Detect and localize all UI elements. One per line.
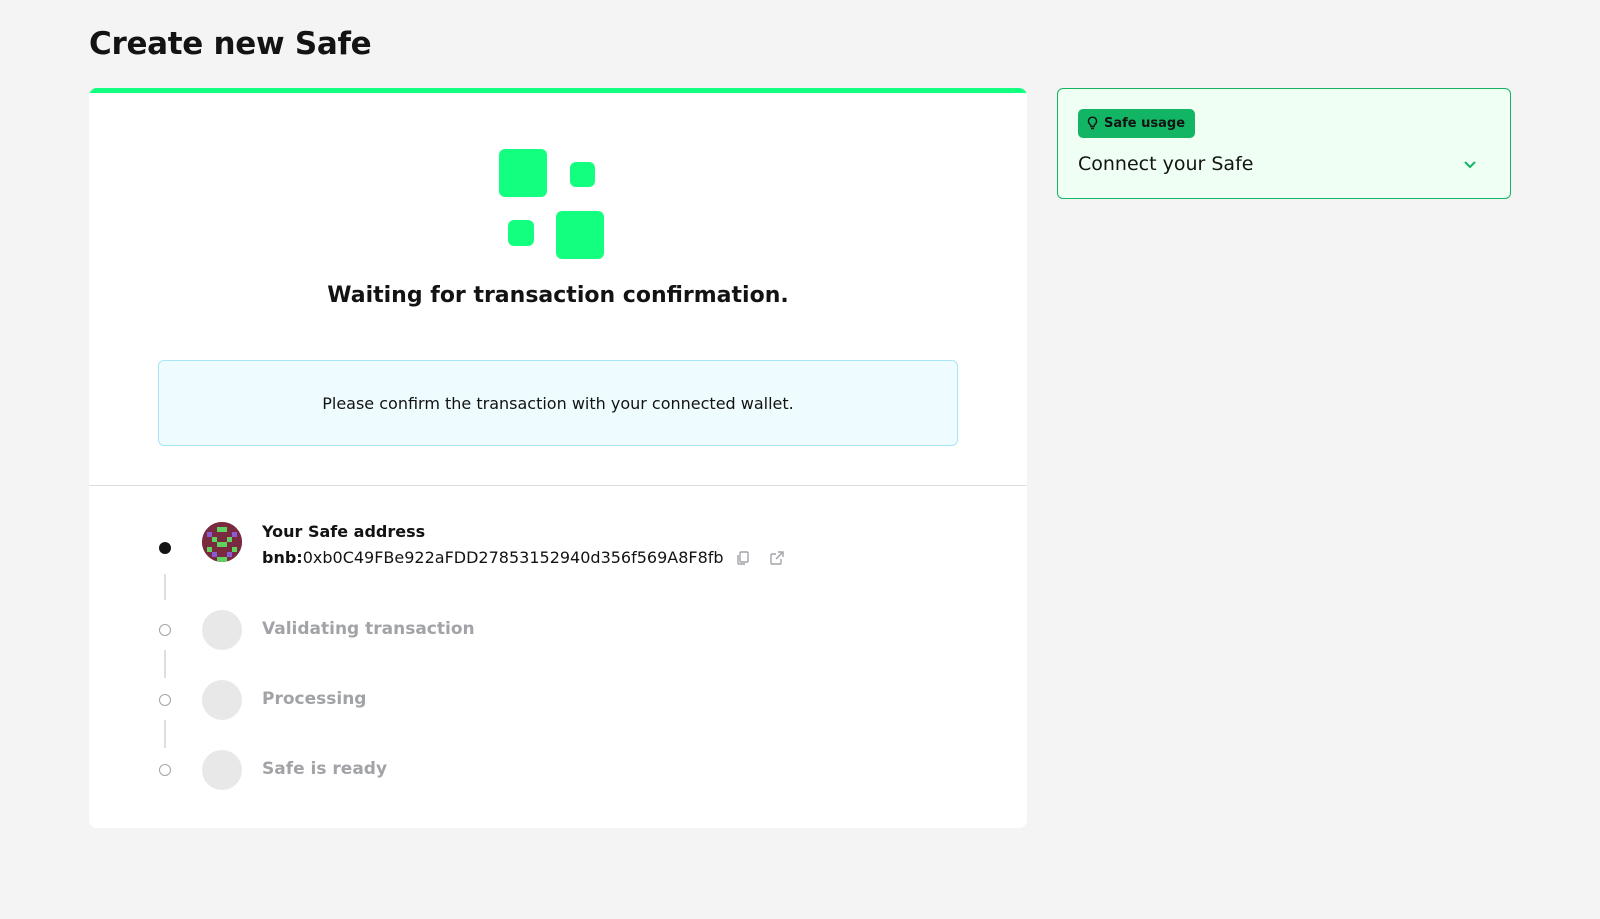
step-placeholder-avatar <box>202 610 242 650</box>
divider <box>89 485 1027 486</box>
step-placeholder-avatar <box>202 680 242 720</box>
safe-address-title: Your Safe address <box>262 522 426 541</box>
chain-prefix: bnb: <box>262 548 303 567</box>
safe-identicon-avatar <box>202 522 242 562</box>
step-pending-dot-icon <box>159 624 171 636</box>
step-label: Validating transaction <box>262 619 475 639</box>
info-alert: Please confirm the transaction with your… <box>158 360 958 446</box>
step-label: Safe is ready <box>262 759 388 779</box>
info-alert-message: Please confirm the transaction with your… <box>322 393 794 413</box>
step-safe-address: Your Safe address bnb: 0xb0C49FBe922aFDD… <box>89 522 1027 567</box>
step-label: Processing <box>262 689 367 709</box>
step-active-dot-icon <box>159 542 171 554</box>
step-placeholder-avatar <box>202 750 242 790</box>
connect-your-safe-toggle[interactable]: Connect your Safe <box>1078 153 1478 175</box>
step-validating: Validating transaction <box>89 610 1027 650</box>
step-connector <box>164 650 166 678</box>
page-title: Create new Safe <box>89 26 372 62</box>
step-safe-ready: Safe is ready <box>89 750 1027 790</box>
step-pending-dot-icon <box>159 694 171 706</box>
safe-address-line: bnb: 0xb0C49FBe922aFDD27853152940d356f56… <box>262 548 785 567</box>
external-link-icon[interactable] <box>769 550 785 566</box>
step-pending-dot-icon <box>159 764 171 776</box>
lightbulb-icon <box>1086 116 1099 131</box>
step-connector <box>164 720 166 748</box>
progress-bar <box>89 88 1027 93</box>
safe-usage-badge-label: Safe usage <box>1104 116 1186 131</box>
step-processing: Processing <box>89 680 1027 720</box>
step-connector <box>164 574 166 600</box>
create-safe-status-card: Waiting for transaction confirmation. Pl… <box>89 88 1027 828</box>
safe-usage-card: Safe usage Connect your Safe <box>1057 88 1511 199</box>
chevron-down-icon[interactable] <box>1462 156 1478 172</box>
safe-address-value: 0xb0C49FBe922aFDD27853152940d356f569A8F8… <box>302 548 724 567</box>
progress-fill <box>89 88 1027 93</box>
copy-icon[interactable] <box>735 550 751 566</box>
connect-your-safe-label: Connect your Safe <box>1078 153 1254 175</box>
safe-usage-badge: Safe usage <box>1078 109 1196 138</box>
status-title: Waiting for transaction confirmation. <box>327 283 789 308</box>
safe-loading-logo-icon <box>499 149 605 259</box>
